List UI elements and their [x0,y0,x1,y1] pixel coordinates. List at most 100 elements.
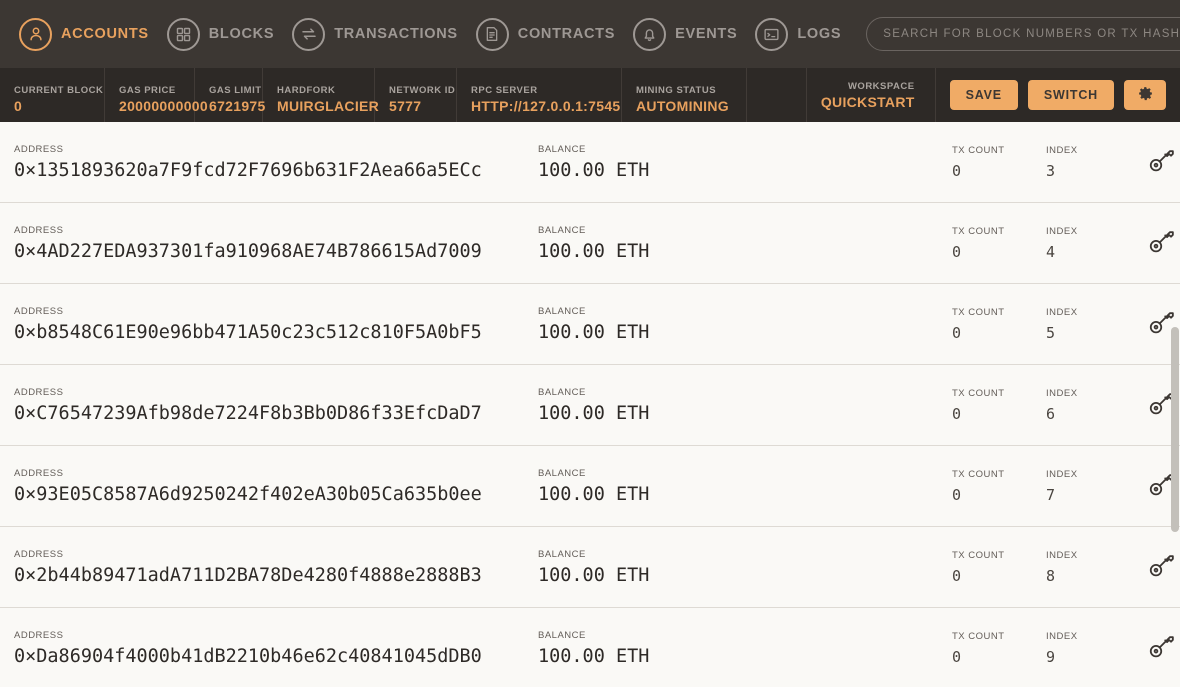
stat-network-id: NETWORK ID 5777 [375,68,457,122]
accounts-scrollbar-track[interactable] [1171,122,1180,687]
balance-column-label: BALANCE [538,224,586,236]
stat-value-mining-status: AUTOMINING [636,98,729,114]
tab-accounts[interactable]: ACCOUNTS [10,0,158,68]
account-index-value: 8 [1046,566,1056,585]
index-column-label: INDEX [1046,549,1078,561]
tab-label-blocks: BLOCKS [208,26,275,42]
account-address-cell: ADDRESS 0×93E05C8587A6d9250242f402eA30b0… [14,468,538,505]
account-index-value: 6 [1046,404,1056,423]
index-column-label: INDEX [1046,468,1078,480]
search-box[interactable] [866,17,1180,51]
index-column-label: INDEX [1046,306,1078,318]
switch-button[interactable]: SWITCH [1027,80,1114,110]
account-balance-value: 100.00 ETH [538,321,650,343]
account-address-cell: ADDRESS 0×4AD227EDA937301fa910968AE74B78… [14,225,538,262]
account-balance-value: 100.00 ETH [538,564,650,586]
account-index-value: 3 [1046,161,1056,180]
settings-button[interactable] [1124,80,1166,110]
account-row[interactable]: ADDRESS 0×93E05C8587A6d9250242f402eA30b0… [0,446,1180,527]
account-index-cell: INDEX 3 [1046,145,1143,180]
account-balance-cell: BALANCE 100.00 ETH [538,306,952,343]
accounts-list[interactable]: ADDRESS 0×1351893620a7F9fcd72F7696b631F2… [0,122,1180,687]
account-row[interactable]: ADDRESS 0×2b44b89471adA711D2BA78De4280f4… [0,527,1180,608]
txcount-column-label: TX COUNT [952,549,1005,561]
txcount-column-label: TX COUNT [952,144,1005,156]
stat-value-hardfork: MUIRGLACIER [277,98,380,114]
account-row[interactable]: ADDRESS 0×4AD227EDA937301fa910968AE74B78… [0,203,1180,284]
tab-transactions[interactable]: TRANSACTIONS [283,0,467,68]
tab-blocks[interactable]: BLOCKS [158,0,283,68]
account-balance-cell: BALANCE 100.00 ETH [538,225,952,262]
account-row[interactable]: ADDRESS 0×b8548C61E90e96bb471A50c23c512c… [0,284,1180,365]
account-balance-cell: BALANCE 100.00 ETH [538,468,952,505]
save-button[interactable]: SAVE [949,80,1018,110]
account-txcount-value: 0 [952,323,962,342]
address-column-label: ADDRESS [14,143,64,155]
account-index-value: 7 [1046,485,1056,504]
account-index-value: 4 [1046,242,1056,261]
transactions-icon [292,17,326,51]
accounts-scrollbar-thumb[interactable] [1171,327,1179,532]
account-txcount-value: 0 [952,404,962,423]
account-address-value: 0×4AD227EDA937301fa910968AE74B786615Ad70… [14,240,482,262]
account-txcount-cell: TX COUNT 0 [952,469,1046,504]
stat-value-network-id: 5777 [389,98,422,114]
stat-gas-limit: GAS LIMIT 6721975 [195,68,265,122]
address-column-label: ADDRESS [14,224,64,236]
stat-value-gas-price: 20000000000 [119,98,208,114]
account-balance-cell: BALANCE 100.00 ETH [538,144,952,181]
account-address-value: 0×b8548C61E90e96bb471A50c23c512c810F5A0b… [14,321,482,343]
account-row[interactable]: ADDRESS 0×C76547239Afb98de7224F8b3Bb0D86… [0,365,1180,446]
account-balance-value: 100.00 ETH [538,483,650,505]
account-index-cell: INDEX 6 [1046,388,1143,423]
stat-value-current-block: 0 [14,98,23,114]
statsbar-spacer [747,68,807,122]
tab-logs[interactable]: LOGS [746,0,850,68]
stat-label-rpc-server: RPC SERVER [471,85,538,96]
stat-label-network-id: NETWORK ID [389,85,456,96]
tab-contracts[interactable]: CONTRACTS [467,0,624,68]
statsbar-actions: SAVE SWITCH [936,68,1180,122]
events-icon [633,17,667,51]
account-index-cell: INDEX 9 [1046,631,1143,666]
workspace-info: WORKSPACE QUICKSTART [807,68,936,122]
tab-label-logs: LOGS [797,26,842,42]
account-index-value: 5 [1046,323,1056,342]
search-area [866,17,1180,51]
account-row[interactable]: ADDRESS 0×1351893620a7F9fcd72F7696b631F2… [0,122,1180,203]
account-address-cell: ADDRESS 0×b8548C61E90e96bb471A50c23c512c… [14,306,538,343]
index-column-label: INDEX [1046,387,1078,399]
accounts-rows: ADDRESS 0×1351893620a7F9fcd72F7696b631F2… [0,122,1180,687]
account-balance-value: 100.00 ETH [538,402,650,424]
account-txcount-value: 0 [952,242,962,261]
gear-icon [1137,85,1154,105]
search-input[interactable] [883,28,1180,40]
blocks-icon [166,17,200,51]
stat-label-mining-status: MINING STATUS [636,85,717,96]
tab-label-transactions: TRANSACTIONS [334,26,458,42]
account-balance-cell: BALANCE 100.00 ETH [538,630,952,667]
account-address-value: 0×Da86904f4000b41dB2210b46e62c40841045dD… [14,645,482,667]
txcount-column-label: TX COUNT [952,468,1005,480]
txcount-column-label: TX COUNT [952,387,1005,399]
account-txcount-cell: TX COUNT 0 [952,307,1046,342]
tab-label-contracts: CONTRACTS [517,26,616,42]
balance-column-label: BALANCE [538,467,586,479]
account-index-cell: INDEX 4 [1046,226,1143,261]
account-address-value: 0×C76547239Afb98de7224F8b3Bb0D86f33EfcDa… [14,402,482,424]
account-txcount-cell: TX COUNT 0 [952,550,1046,585]
ganache-window: ACCOUNTS BLOCKS TRANSACTIONS CONTRACTS E… [0,0,1180,687]
stat-rpc-server: RPC SERVER HTTP://127.0.0.1:7545 [457,68,622,122]
stat-mining-status: MINING STATUS AUTOMINING [622,68,747,122]
account-index-cell: INDEX 8 [1046,550,1143,585]
account-index-cell: INDEX 5 [1046,307,1143,342]
address-column-label: ADDRESS [14,629,64,641]
balance-column-label: BALANCE [538,629,586,641]
tab-label-accounts: ACCOUNTS [61,26,149,42]
account-balance-value: 100.00 ETH [538,645,650,667]
account-balance-value: 100.00 ETH [538,240,650,262]
account-address-cell: ADDRESS 0×C76547239Afb98de7224F8b3Bb0D86… [14,387,538,424]
balance-column-label: BALANCE [538,143,586,155]
tab-events[interactable]: EVENTS [624,0,746,68]
account-row[interactable]: ADDRESS 0×Da86904f4000b41dB2210b46e62c40… [0,608,1180,687]
